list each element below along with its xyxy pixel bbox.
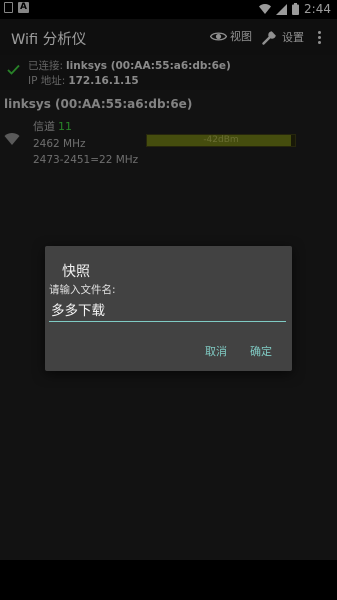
snapshot-dialog: 快照 请输入文件名: 取消 确定 xyxy=(45,246,292,371)
navigation-bar xyxy=(0,560,337,600)
dialog-prompt: 请输入文件名: xyxy=(49,284,116,296)
ok-button[interactable]: 确定 xyxy=(250,343,272,359)
cancel-button[interactable]: 取消 xyxy=(205,343,227,359)
filename-input[interactable] xyxy=(49,298,286,322)
dialog-title: 快照 xyxy=(62,264,90,280)
